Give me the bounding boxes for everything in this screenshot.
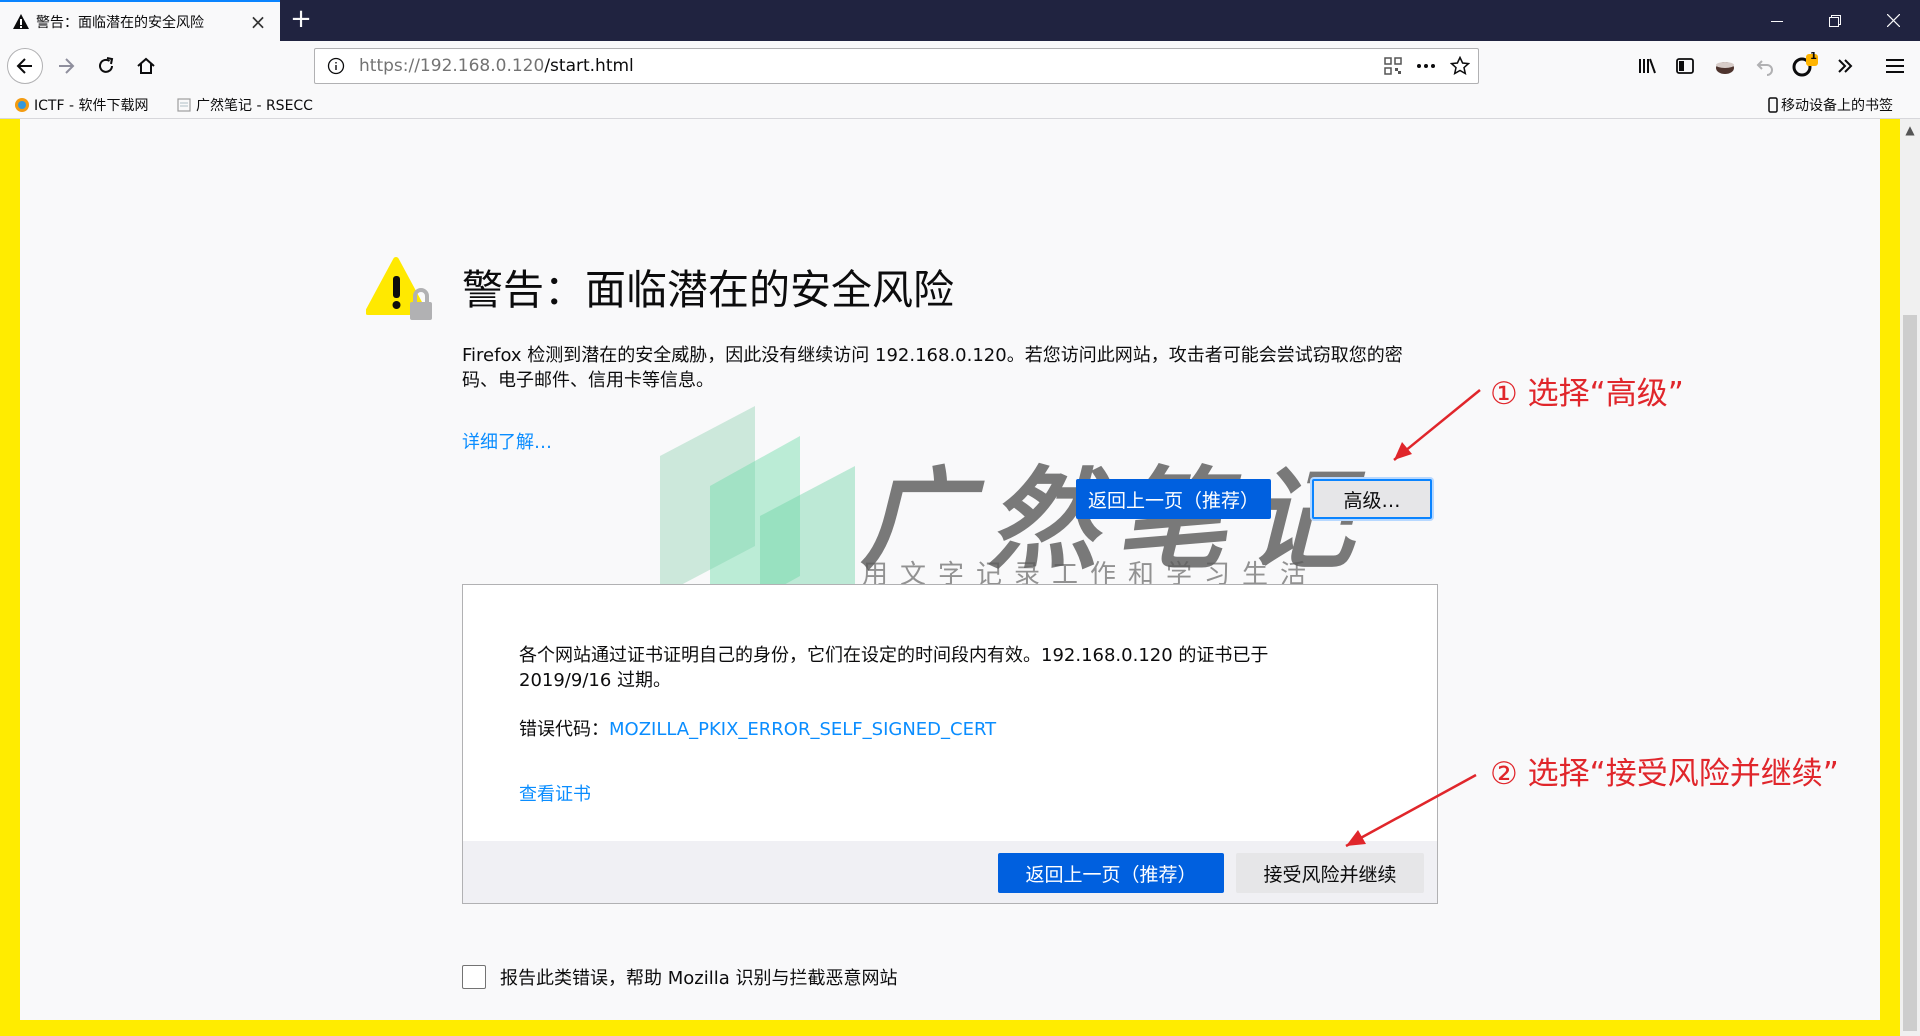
overflow-button[interactable]: [1828, 48, 1862, 84]
ie-favicon-icon: [15, 98, 29, 112]
error-description: Firefox 检测到潜在的安全威胁，因此没有继续访问 192.168.0.12…: [462, 345, 1403, 391]
restore-icon: [1829, 14, 1841, 27]
arrow-right-icon: [59, 58, 75, 74]
scroll-up-arrow-icon[interactable]: ▲: [1900, 120, 1920, 140]
mobile-phone-icon: [1768, 97, 1778, 113]
annotation-arrow-2-icon: [1345, 773, 1477, 848]
sidebar-icon: [1676, 58, 1694, 74]
home-button[interactable]: [128, 48, 164, 84]
chevron-double-right-icon: [1838, 59, 1853, 73]
accept-risk-button[interactable]: 接受风险并继续: [1236, 853, 1424, 893]
bookmark-item[interactable]: ICTF - 软件下载网: [14, 95, 148, 115]
mobile-bookmarks-label: 移动设备上的书签: [1781, 98, 1893, 114]
error-code-label: 错误代码：: [519, 719, 609, 740]
learn-more-link[interactable]: 详细了解…: [462, 428, 552, 454]
url-host: https://192.168.0.120: [359, 56, 545, 76]
report-label: 报告此类错误，帮助 Mozilla 识别与拦截恶意网站: [500, 968, 898, 989]
report-error-option[interactable]: 报告此类错误，帮助 Mozilla 识别与拦截恶意网站: [462, 964, 897, 990]
mobile-bookmarks[interactable]: 移动设备上的书签: [1768, 95, 1893, 115]
hamburger-menu-icon: [1886, 59, 1904, 73]
library-button[interactable]: [1630, 48, 1664, 84]
advanced-button[interactable]: 高级…: [1312, 479, 1432, 519]
qr-code-icon[interactable]: [1384, 57, 1402, 75]
annotation-step-2: ② 选择“接受风险并继续”: [1490, 756, 1839, 792]
error-code-line: 错误代码：MOZILLA_PKIX_ERROR_SELF_SIGNED_CERT: [519, 715, 996, 741]
forward-button[interactable]: [48, 48, 84, 84]
undo-button[interactable]: [1748, 48, 1782, 84]
reload-icon: [99, 57, 114, 73]
bookmark-label: 广然笔记 - RSECC: [196, 98, 313, 114]
new-tab-button[interactable]: +: [286, 5, 316, 35]
bookmark-item[interactable]: 广然笔记 - RSECC: [176, 95, 313, 115]
info-icon[interactable]: [327, 57, 345, 75]
close-tab-icon[interactable]: ×: [246, 12, 270, 32]
notification-button[interactable]: 1: [1788, 48, 1822, 84]
notification-count: 1: [1810, 51, 1817, 62]
coffee-cup-icon: [1716, 62, 1734, 74]
warning-lock-icon: [366, 257, 432, 320]
report-checkbox[interactable]: [462, 965, 486, 989]
url-path: /start.html: [544, 56, 634, 76]
url-bar[interactable]: https://192.168.0.120/start.html: [314, 48, 1479, 84]
minimize-button[interactable]: [1748, 0, 1806, 41]
reload-button[interactable]: [88, 48, 124, 84]
go-back-button[interactable]: 返回上一页（推荐）: [1076, 479, 1271, 519]
arrow-left-icon: [16, 58, 32, 74]
minimize-icon: [1771, 20, 1783, 22]
scrollbar-thumb[interactable]: [1903, 315, 1917, 1031]
library-icon: [1639, 58, 1656, 74]
certificate-explanation: 各个网站通过证书证明自己的身份，它们在设定的时间段内有效。192.168.0.1…: [519, 645, 1269, 691]
page-favicon-icon: [177, 98, 191, 112]
highlight-frame-left: [0, 119, 20, 1036]
highlight-frame-bottom: [0, 1020, 1900, 1036]
go-back-button-secondary[interactable]: 返回上一页（推荐）: [998, 853, 1224, 893]
bookmarks-toolbar: ICTF - 软件下载网 广然笔记 - RSECC 移动设备上的书签: [0, 91, 1920, 119]
extension-button[interactable]: [1708, 48, 1742, 84]
close-window-button[interactable]: [1864, 0, 1920, 41]
star-icon[interactable]: [1450, 56, 1470, 76]
restore-button[interactable]: [1806, 0, 1864, 41]
more-actions-icon[interactable]: [1416, 63, 1436, 69]
sidebar-button[interactable]: [1668, 48, 1702, 84]
tab-title: 警告：面临潜在的安全风险: [36, 14, 204, 31]
menu-button[interactable]: [1878, 48, 1912, 84]
view-certificate-link[interactable]: 查看证书: [519, 780, 591, 806]
navigation-toolbar: https://192.168.0.120/start.html 1: [0, 41, 1920, 91]
highlight-frame-right: [1880, 119, 1900, 1036]
annotation-arrow-1-icon: [1393, 389, 1481, 461]
back-button[interactable]: [7, 48, 43, 84]
page-title: 警告：面临潜在的安全风险: [462, 266, 954, 314]
url-text: https://192.168.0.120/start.html: [359, 56, 634, 76]
title-bar: 警告：面临潜在的安全风险 × +: [0, 0, 1920, 41]
annotation-step-1: ① 选择“高级”: [1490, 376, 1684, 412]
bookmark-label: ICTF - 软件下载网: [34, 98, 149, 114]
close-icon: [1886, 14, 1900, 27]
warning-icon: [13, 13, 29, 29]
undo-icon: [1756, 60, 1773, 76]
error-code-link[interactable]: MOZILLA_PKIX_ERROR_SELF_SIGNED_CERT: [609, 719, 996, 740]
tab-active[interactable]: 警告：面临潜在的安全风险 ×: [0, 0, 280, 41]
home-icon: [137, 57, 155, 74]
